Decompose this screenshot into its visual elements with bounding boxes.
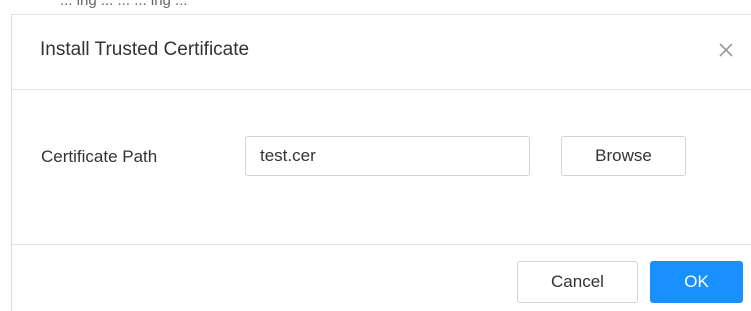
dialog-footer: Cancel OK: [12, 244, 751, 311]
page: ... ing ... ... ... ing ... Install Trus…: [0, 0, 751, 311]
cancel-button[interactable]: Cancel: [517, 261, 638, 303]
close-icon: [719, 43, 733, 57]
certificate-path-input[interactable]: [245, 136, 530, 176]
close-button[interactable]: [717, 41, 735, 59]
certificate-path-label: Certificate Path: [41, 147, 158, 166]
dialog-title: Install Trusted Certificate: [40, 39, 250, 60]
background-text-fragment: ... ing ... ... ... ing ...: [60, 0, 188, 9]
ok-button[interactable]: OK: [650, 261, 743, 303]
dialog-header: Install Trusted Certificate: [12, 15, 751, 90]
install-certificate-dialog: Install Trusted Certificate Certificate …: [11, 14, 751, 311]
browse-button[interactable]: Browse: [561, 136, 686, 176]
dialog-body: Certificate Path Browse: [12, 90, 751, 244]
